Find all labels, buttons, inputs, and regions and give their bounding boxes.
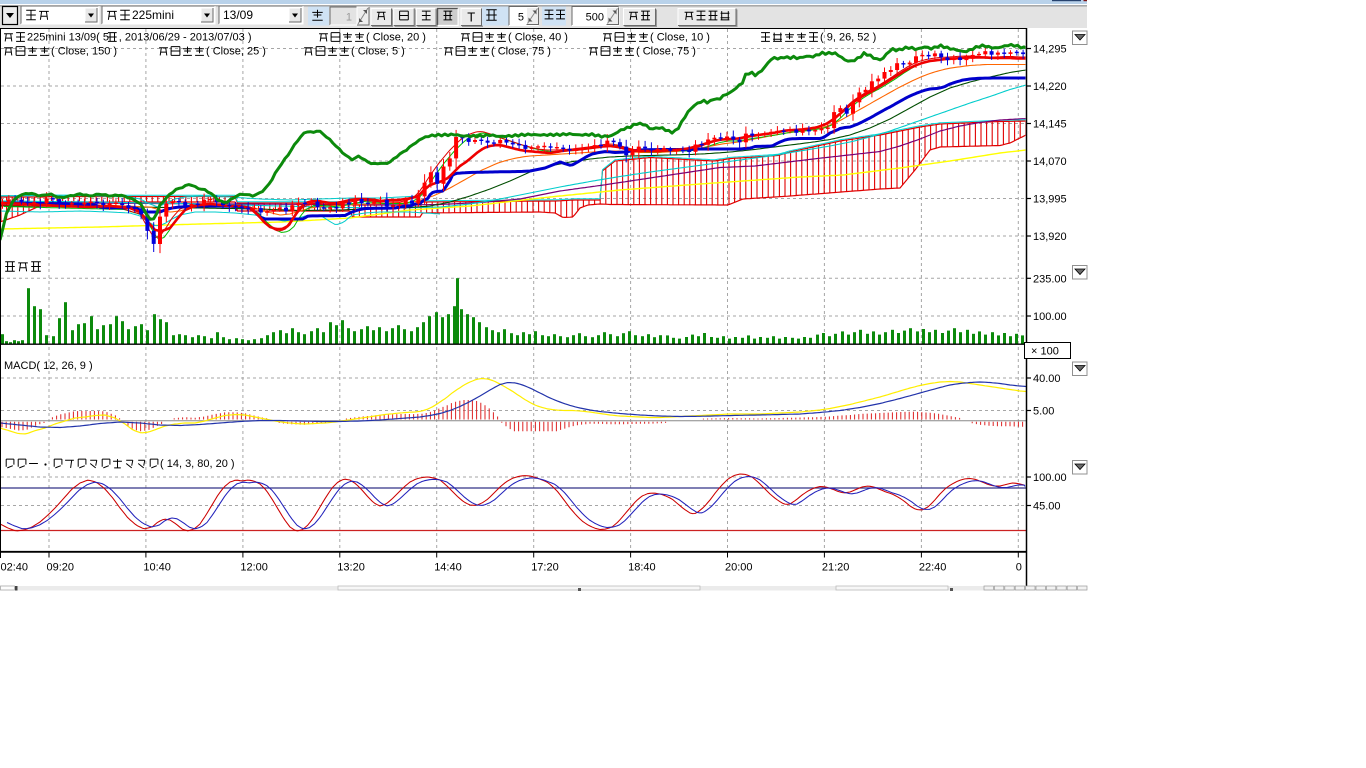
svg-text:10:40: 10:40 xyxy=(143,562,171,574)
svg-text:13,995: 13,995 xyxy=(1033,194,1067,206)
svg-text:14,295: 14,295 xyxy=(1033,44,1067,56)
svg-text:( 14, 3, 80, 20 ): ( 14, 3, 80, 20 ) xyxy=(160,458,235,470)
svg-text:( Close, 75 ): ( Close, 75 ) xyxy=(491,46,551,58)
svg-text:T: T xyxy=(467,10,475,25)
svg-text:14,145: 14,145 xyxy=(1033,119,1067,131)
svg-text:100.00: 100.00 xyxy=(1033,472,1067,484)
svg-text:5.00: 5.00 xyxy=(1033,406,1054,418)
svg-text:1: 1 xyxy=(346,12,352,24)
svg-text:( Close, 20 ): ( Close, 20 ) xyxy=(366,32,426,44)
svg-text:5: 5 xyxy=(518,12,524,24)
svg-text:22:40: 22:40 xyxy=(919,562,947,574)
svg-text:14,070: 14,070 xyxy=(1033,156,1067,168)
svg-text:500: 500 xyxy=(586,12,604,24)
svg-text:13,920: 13,920 xyxy=(1033,231,1067,243)
svg-text:21:20: 21:20 xyxy=(822,562,850,574)
svg-text:225mini 13/09( 5: 225mini 13/09( 5 xyxy=(27,32,109,44)
svg-text:( Close, 75 ): ( Close, 75 ) xyxy=(636,46,696,58)
svg-text:40.00: 40.00 xyxy=(1033,373,1061,385)
svg-text:( Close, 25 ): ( Close, 25 ) xyxy=(206,46,266,58)
svg-text:100.00: 100.00 xyxy=(1033,311,1067,323)
svg-text:14,220: 14,220 xyxy=(1033,81,1067,93)
svg-text:225mini: 225mini xyxy=(132,8,174,22)
svg-text:( 9, 26, 52 ): ( 9, 26, 52 ) xyxy=(820,32,876,44)
svg-text:( Close, 5 ): ( Close, 5 ) xyxy=(351,46,405,58)
svg-text:14:40: 14:40 xyxy=(434,562,462,574)
svg-text:235.00: 235.00 xyxy=(1033,273,1067,285)
svg-text:20:00: 20:00 xyxy=(725,562,753,574)
svg-text:( Close, 40 ): ( Close, 40 ) xyxy=(508,32,568,44)
svg-text:12:00: 12:00 xyxy=(240,562,268,574)
svg-text:13/09: 13/09 xyxy=(223,8,253,22)
svg-text:18:40: 18:40 xyxy=(628,562,656,574)
svg-text:MACD( 12, 26, 9 ): MACD( 12, 26, 9 ) xyxy=(4,360,93,372)
svg-text:× 100: × 100 xyxy=(1031,346,1059,358)
svg-text:( Close, 150 ): ( Close, 150 ) xyxy=(51,46,117,58)
svg-text:17:20: 17:20 xyxy=(531,562,559,574)
svg-text:( Close, 10 ): ( Close, 10 ) xyxy=(650,32,710,44)
svg-text:, 2013/06/29 - 2013/07/03 ): , 2013/06/29 - 2013/07/03 ) xyxy=(119,32,252,44)
svg-text:45.00: 45.00 xyxy=(1033,501,1061,513)
svg-text:0: 0 xyxy=(1016,562,1022,574)
svg-text:09:20: 09:20 xyxy=(47,562,75,574)
svg-text:02:40: 02:40 xyxy=(1,562,29,574)
svg-text:13:20: 13:20 xyxy=(337,562,365,574)
